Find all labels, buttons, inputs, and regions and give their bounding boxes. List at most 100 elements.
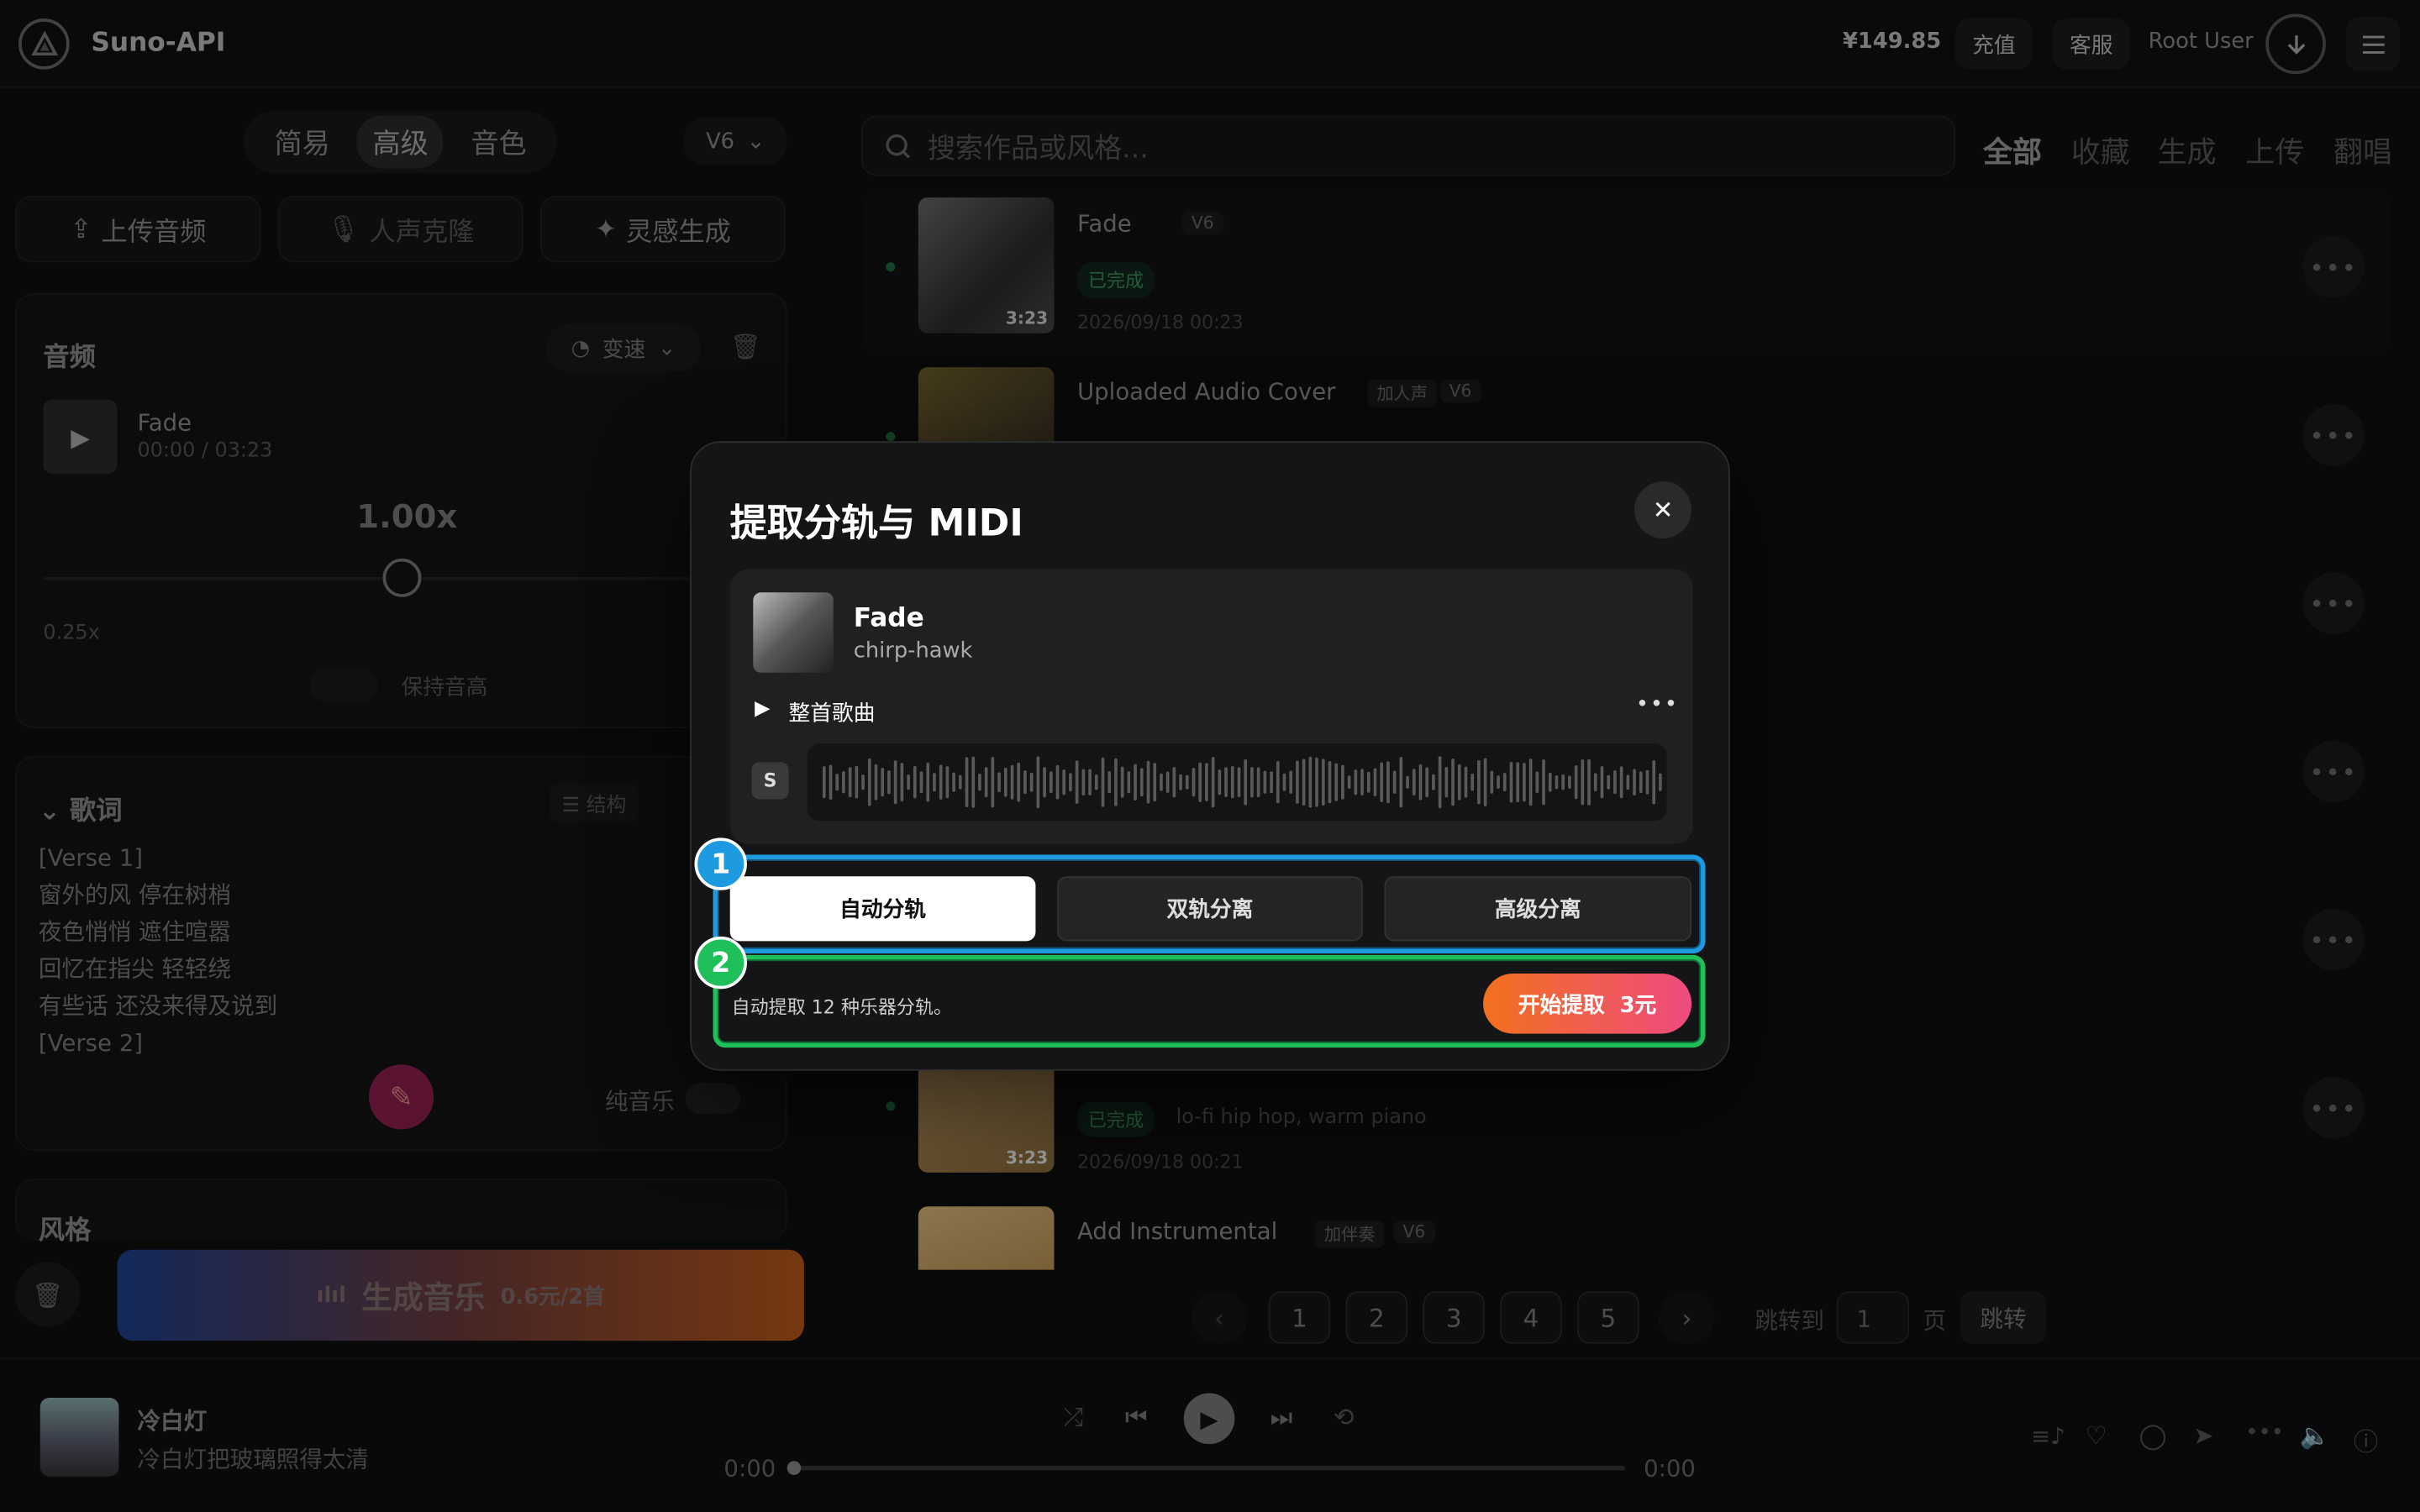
waveform-bar bbox=[1561, 774, 1565, 790]
waveform-bar bbox=[1542, 759, 1545, 806]
waveform-bar bbox=[1451, 759, 1455, 806]
annotation-badge: 1 bbox=[694, 837, 747, 890]
waveform[interactable] bbox=[807, 743, 1667, 822]
waveform-bar bbox=[965, 757, 969, 807]
waveform-bar bbox=[1003, 767, 1007, 797]
two-track-option[interactable]: 双轨分离 bbox=[1057, 876, 1363, 942]
waveform-bar bbox=[1263, 770, 1267, 794]
annotation-badge: 2 bbox=[694, 936, 747, 990]
waveform-bar bbox=[1250, 767, 1254, 798]
waveform-bar bbox=[1457, 764, 1461, 801]
waveform-bar bbox=[829, 764, 833, 800]
waveform-bar bbox=[861, 774, 865, 790]
waveform-bar bbox=[1334, 763, 1339, 801]
waveform-bar bbox=[1418, 764, 1423, 801]
option-description: 自动提取 12 种乐器分轨。 bbox=[731, 996, 953, 1019]
auto-stems-option[interactable]: 自动分轨 bbox=[729, 876, 1036, 942]
waveform-bar bbox=[1049, 771, 1053, 794]
extract-stems-dialog: 提取分轨与 MIDI ✕ Fade chirp-hawk ▶ 整首歌曲 ••• … bbox=[690, 441, 1730, 1071]
waveform-bar bbox=[1328, 761, 1332, 804]
waveform-bar bbox=[867, 758, 871, 806]
waveform-bar bbox=[971, 756, 976, 808]
waveform-bar bbox=[907, 774, 910, 790]
waveform-bar bbox=[1230, 766, 1234, 799]
start-extract-button[interactable]: 开始提取 3元 bbox=[1483, 973, 1692, 1034]
waveform-bar bbox=[913, 765, 917, 799]
waveform-bar bbox=[835, 774, 839, 791]
waveform-bar bbox=[1296, 760, 1299, 804]
waveform-bar bbox=[1444, 766, 1449, 798]
waveform-bar bbox=[848, 767, 852, 798]
waveform-bar bbox=[1483, 758, 1487, 806]
waveform-bar bbox=[1198, 762, 1202, 802]
waveform-bar bbox=[842, 771, 845, 794]
waveform-bar bbox=[1244, 759, 1248, 806]
play-icon[interactable]: ▶ bbox=[755, 697, 770, 721]
waveform-bar bbox=[991, 757, 995, 808]
waveform-bar bbox=[822, 766, 826, 799]
track-cover bbox=[753, 592, 834, 673]
waveform-bar bbox=[1502, 773, 1507, 792]
waveform-bar bbox=[1017, 762, 1021, 802]
waveform-bar bbox=[1036, 756, 1040, 809]
waveform-bar bbox=[1633, 769, 1636, 796]
track-panel: Fade chirp-hawk ▶ 整首歌曲 ••• S bbox=[729, 569, 1693, 844]
waveform-bar bbox=[1548, 772, 1552, 792]
waveform-bar bbox=[1029, 772, 1034, 792]
waveform-bar bbox=[1497, 775, 1500, 790]
waveform-bar bbox=[1069, 773, 1072, 792]
waveform-bar bbox=[881, 768, 885, 797]
waveform-bar bbox=[926, 762, 930, 802]
waveform-bar bbox=[1412, 769, 1416, 796]
waveform-bar bbox=[1587, 759, 1591, 806]
waveform-bar bbox=[1088, 769, 1092, 795]
track-artist: chirp-hawk bbox=[853, 638, 973, 664]
waveform-bar bbox=[1652, 759, 1656, 805]
waveform-bar bbox=[1386, 761, 1390, 804]
waveform-bar bbox=[874, 764, 878, 801]
waveform-bar bbox=[1613, 770, 1617, 795]
waveform-bar bbox=[1114, 758, 1118, 806]
waveform-bar bbox=[1607, 774, 1611, 790]
waveform-bar bbox=[1107, 771, 1112, 794]
waveform-bar bbox=[1256, 767, 1260, 798]
waveform-bar bbox=[1185, 774, 1189, 790]
waveform-bar bbox=[1639, 771, 1643, 794]
waveform-bar bbox=[1055, 764, 1060, 800]
close-icon[interactable]: ✕ bbox=[1634, 481, 1692, 539]
waveform-bar bbox=[1432, 774, 1435, 790]
waveform-bar bbox=[958, 774, 962, 790]
waveform-bar bbox=[1360, 769, 1364, 796]
waveform-bar bbox=[1523, 763, 1526, 802]
waveform-bar bbox=[1425, 767, 1429, 798]
waveform-bar bbox=[1276, 761, 1280, 804]
waveform-bar bbox=[1282, 773, 1286, 791]
waveform-bar bbox=[1270, 771, 1273, 794]
waveform-bar bbox=[1535, 771, 1539, 794]
waveform-bar bbox=[1528, 759, 1533, 806]
waveform-bar bbox=[1120, 766, 1124, 798]
waveform-bar bbox=[1464, 766, 1468, 798]
waveform-bar bbox=[945, 766, 950, 799]
track-title: Fade bbox=[853, 603, 924, 634]
solo-tag[interactable]: S bbox=[751, 762, 789, 800]
waveform-bar bbox=[1470, 773, 1475, 791]
waveform-bar bbox=[1574, 765, 1578, 800]
waveform-bar bbox=[1645, 769, 1649, 795]
more-options-icon[interactable]: ••• bbox=[1636, 693, 1679, 717]
waveform-bar bbox=[919, 771, 923, 794]
waveform-bar bbox=[1321, 759, 1325, 806]
waveform-bar bbox=[1075, 760, 1079, 805]
waveform-bar bbox=[1218, 769, 1222, 795]
waveform-bar bbox=[1516, 762, 1520, 803]
waveform-graphic bbox=[822, 756, 1662, 809]
whole-song-label[interactable]: 整首歌曲 bbox=[789, 697, 876, 728]
waveform-bar bbox=[1568, 775, 1571, 790]
advanced-separation-option[interactable]: 高级分离 bbox=[1384, 876, 1692, 942]
waveform-bar bbox=[1619, 766, 1623, 799]
waveform-bar bbox=[1237, 767, 1241, 798]
start-price: 3元 bbox=[1619, 992, 1657, 1018]
waveform-bar bbox=[1127, 771, 1131, 794]
waveform-bar bbox=[1139, 768, 1144, 797]
waveform-bar bbox=[1392, 770, 1397, 794]
